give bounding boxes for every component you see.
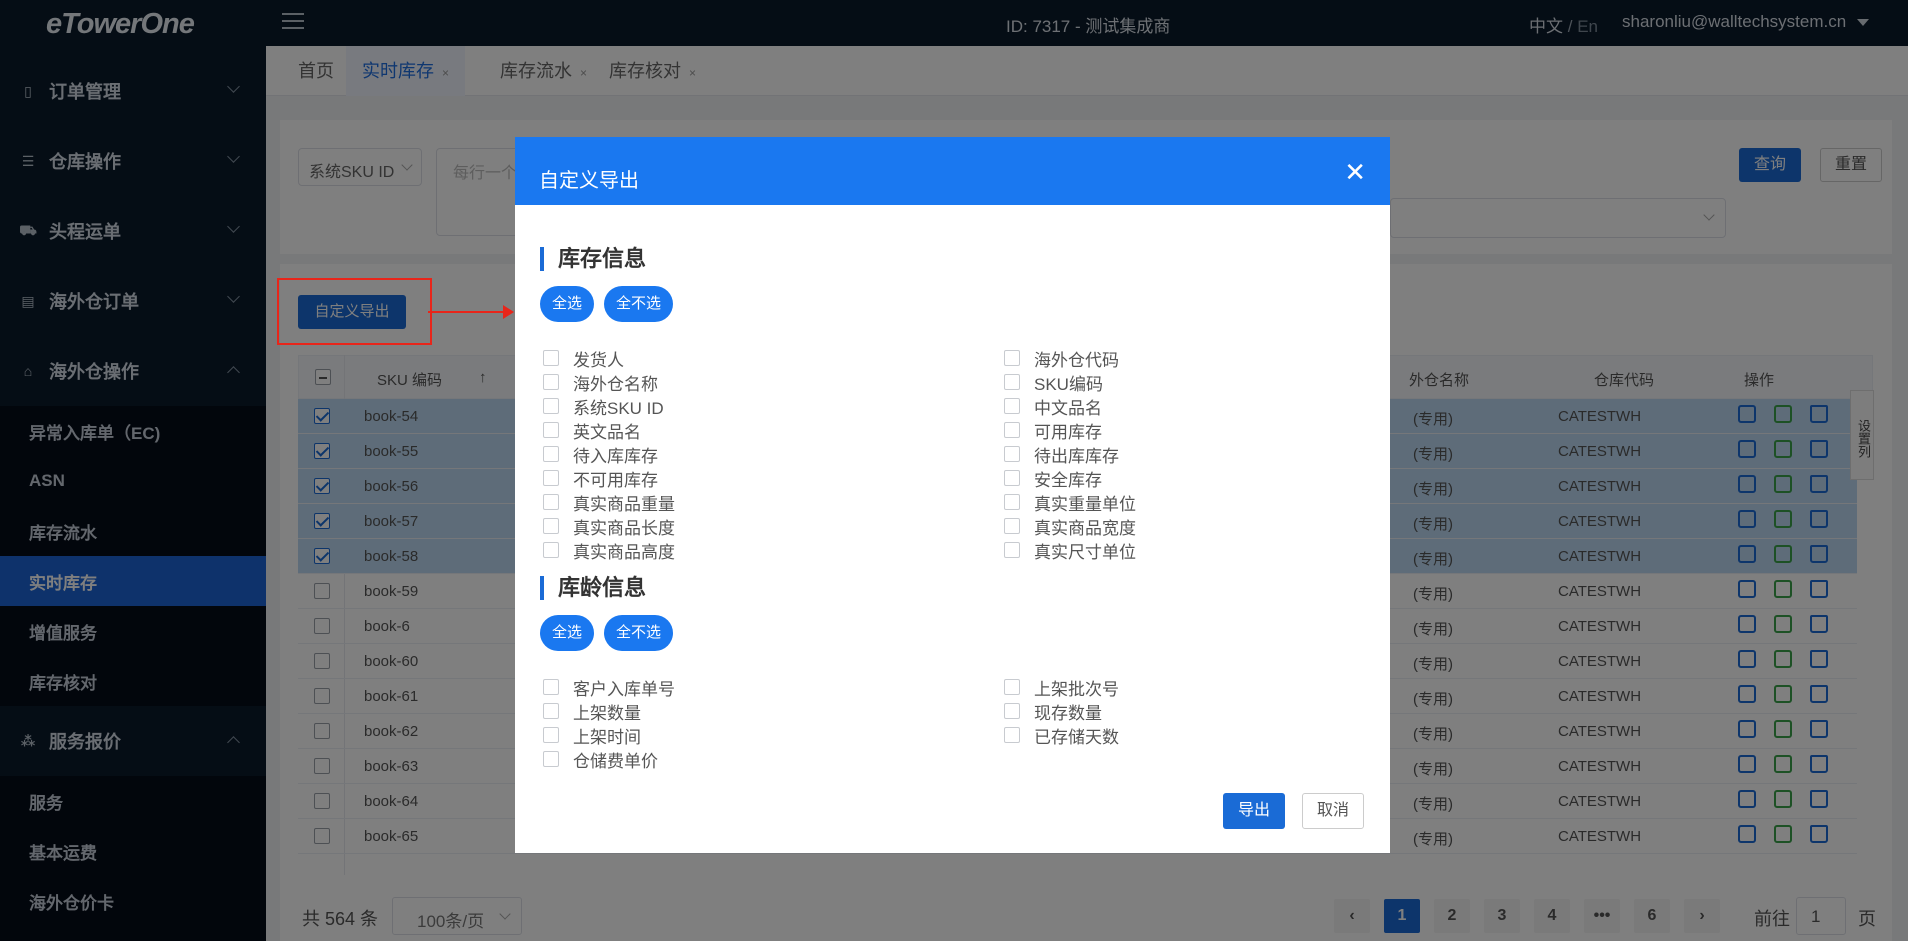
export-field-option[interactable]: 真实商品长度 bbox=[543, 514, 675, 538]
export-field-option[interactable]: 待入库库存 bbox=[543, 442, 658, 466]
option-label: 安全库存 bbox=[1034, 470, 1102, 490]
export-field-option[interactable]: SKU编码 bbox=[1004, 370, 1103, 394]
option-label: 仓储费单价 bbox=[573, 751, 658, 771]
checkbox[interactable] bbox=[543, 374, 559, 390]
checkbox[interactable] bbox=[1004, 374, 1020, 390]
checkbox[interactable] bbox=[1004, 542, 1020, 558]
option-label: 上架数量 bbox=[573, 703, 641, 723]
option-label: 系统SKU ID bbox=[573, 398, 664, 418]
export-field-option[interactable]: 待出库库存 bbox=[1004, 442, 1119, 466]
annotation-highlight-box bbox=[277, 278, 432, 345]
export-field-option[interactable]: 发货人 bbox=[543, 346, 624, 370]
option-label: 已存储天数 bbox=[1034, 727, 1119, 747]
export-field-option[interactable]: 系统SKU ID bbox=[543, 394, 664, 418]
dialog-title: 自定义导出 bbox=[539, 170, 639, 192]
checkbox[interactable] bbox=[543, 350, 559, 366]
option-label: 海外仓名称 bbox=[573, 374, 658, 394]
option-label: 中文品名 bbox=[1034, 398, 1102, 418]
checkbox[interactable] bbox=[1004, 679, 1020, 695]
export-field-option[interactable]: 客户入库单号 bbox=[543, 675, 675, 699]
checkbox[interactable] bbox=[543, 542, 559, 558]
checkbox[interactable] bbox=[1004, 727, 1020, 743]
option-label: 海外仓代码 bbox=[1034, 350, 1119, 370]
option-label: 不可用库存 bbox=[573, 470, 658, 490]
checkbox[interactable] bbox=[543, 679, 559, 695]
export-field-option[interactable]: 上架数量 bbox=[543, 699, 641, 723]
checkbox[interactable] bbox=[1004, 470, 1020, 486]
select-all-button[interactable]: 全选 bbox=[540, 615, 595, 651]
option-label: 真实商品宽度 bbox=[1034, 518, 1136, 538]
option-label: 真实尺寸单位 bbox=[1034, 542, 1136, 562]
checkbox[interactable] bbox=[543, 751, 559, 767]
checkbox[interactable] bbox=[543, 727, 559, 743]
checkbox[interactable] bbox=[543, 703, 559, 719]
checkbox[interactable] bbox=[1004, 494, 1020, 510]
option-label: 上架批次号 bbox=[1034, 679, 1119, 699]
annotation-arrow-head bbox=[503, 305, 514, 319]
checkbox[interactable] bbox=[1004, 398, 1020, 414]
section-title-stock: 库存信息 bbox=[540, 247, 646, 271]
select-none-button[interactable]: 全不选 bbox=[604, 615, 674, 651]
custom-export-dialog: 自定义导出 ✕ 库存信息 全选 全不选 发货人海外仓名称系统SKU ID 英文品名… bbox=[515, 137, 1390, 853]
export-field-option[interactable]: 海外仓代码 bbox=[1004, 346, 1119, 370]
section-title-age: 库龄信息 bbox=[540, 576, 646, 600]
export-field-option[interactable]: 可用库存 bbox=[1004, 418, 1102, 442]
checkbox[interactable] bbox=[543, 494, 559, 510]
export-field-option[interactable]: 真实商品重量 bbox=[543, 490, 675, 514]
option-label: 上架时间 bbox=[573, 727, 641, 747]
annotation-arrow bbox=[428, 311, 507, 313]
export-field-option[interactable]: 仓储费单价 bbox=[543, 747, 658, 771]
close-icon[interactable]: ✕ bbox=[1344, 157, 1366, 188]
checkbox[interactable] bbox=[1004, 446, 1020, 462]
checkbox[interactable] bbox=[543, 446, 559, 462]
export-field-option[interactable]: 海外仓名称 bbox=[543, 370, 658, 394]
export-field-option[interactable]: 真实商品宽度 bbox=[1004, 514, 1136, 538]
checkbox[interactable] bbox=[543, 422, 559, 438]
option-label: 真实商品重量 bbox=[573, 494, 675, 514]
option-label: 待出库库存 bbox=[1034, 446, 1119, 466]
option-label: 客户入库单号 bbox=[573, 679, 675, 699]
export-field-option[interactable]: 现存数量 bbox=[1004, 699, 1102, 723]
export-field-option[interactable]: 真实尺寸单位 bbox=[1004, 538, 1136, 562]
export-field-option[interactable]: 上架批次号 bbox=[1004, 675, 1119, 699]
export-field-option[interactable]: 上架时间 bbox=[543, 723, 641, 747]
option-label: 真实重量单位 bbox=[1034, 494, 1136, 514]
checkbox[interactable] bbox=[1004, 703, 1020, 719]
option-label: SKU编码 bbox=[1034, 374, 1103, 394]
option-label: 待入库库存 bbox=[573, 446, 658, 466]
checkbox[interactable] bbox=[1004, 422, 1020, 438]
export-field-option[interactable]: 真实重量单位 bbox=[1004, 490, 1136, 514]
export-field-option[interactable]: 中文品名 bbox=[1004, 394, 1102, 418]
option-label: 英文品名 bbox=[573, 422, 641, 442]
dialog-header: 自定义导出 ✕ bbox=[515, 137, 1390, 205]
option-label: 真实商品高度 bbox=[573, 542, 675, 562]
export-field-option[interactable]: 真实商品高度 bbox=[543, 538, 675, 562]
select-all-button[interactable]: 全选 bbox=[540, 286, 595, 322]
export-field-option[interactable]: 不可用库存 bbox=[543, 466, 658, 490]
export-button[interactable]: 导出 bbox=[1223, 793, 1285, 829]
option-label: 可用库存 bbox=[1034, 422, 1102, 442]
export-field-option[interactable]: 英文品名 bbox=[543, 418, 641, 442]
checkbox[interactable] bbox=[1004, 350, 1020, 366]
export-field-option[interactable]: 安全库存 bbox=[1004, 466, 1102, 490]
select-none-button[interactable]: 全不选 bbox=[604, 286, 674, 322]
export-field-option[interactable]: 已存储天数 bbox=[1004, 723, 1119, 747]
checkbox[interactable] bbox=[543, 518, 559, 534]
option-label: 现存数量 bbox=[1034, 703, 1102, 723]
option-label: 真实商品长度 bbox=[573, 518, 675, 538]
checkbox[interactable] bbox=[543, 398, 559, 414]
cancel-button[interactable]: 取消 bbox=[1302, 793, 1364, 829]
checkbox[interactable] bbox=[1004, 518, 1020, 534]
option-label: 发货人 bbox=[573, 350, 624, 370]
checkbox[interactable] bbox=[543, 470, 559, 486]
